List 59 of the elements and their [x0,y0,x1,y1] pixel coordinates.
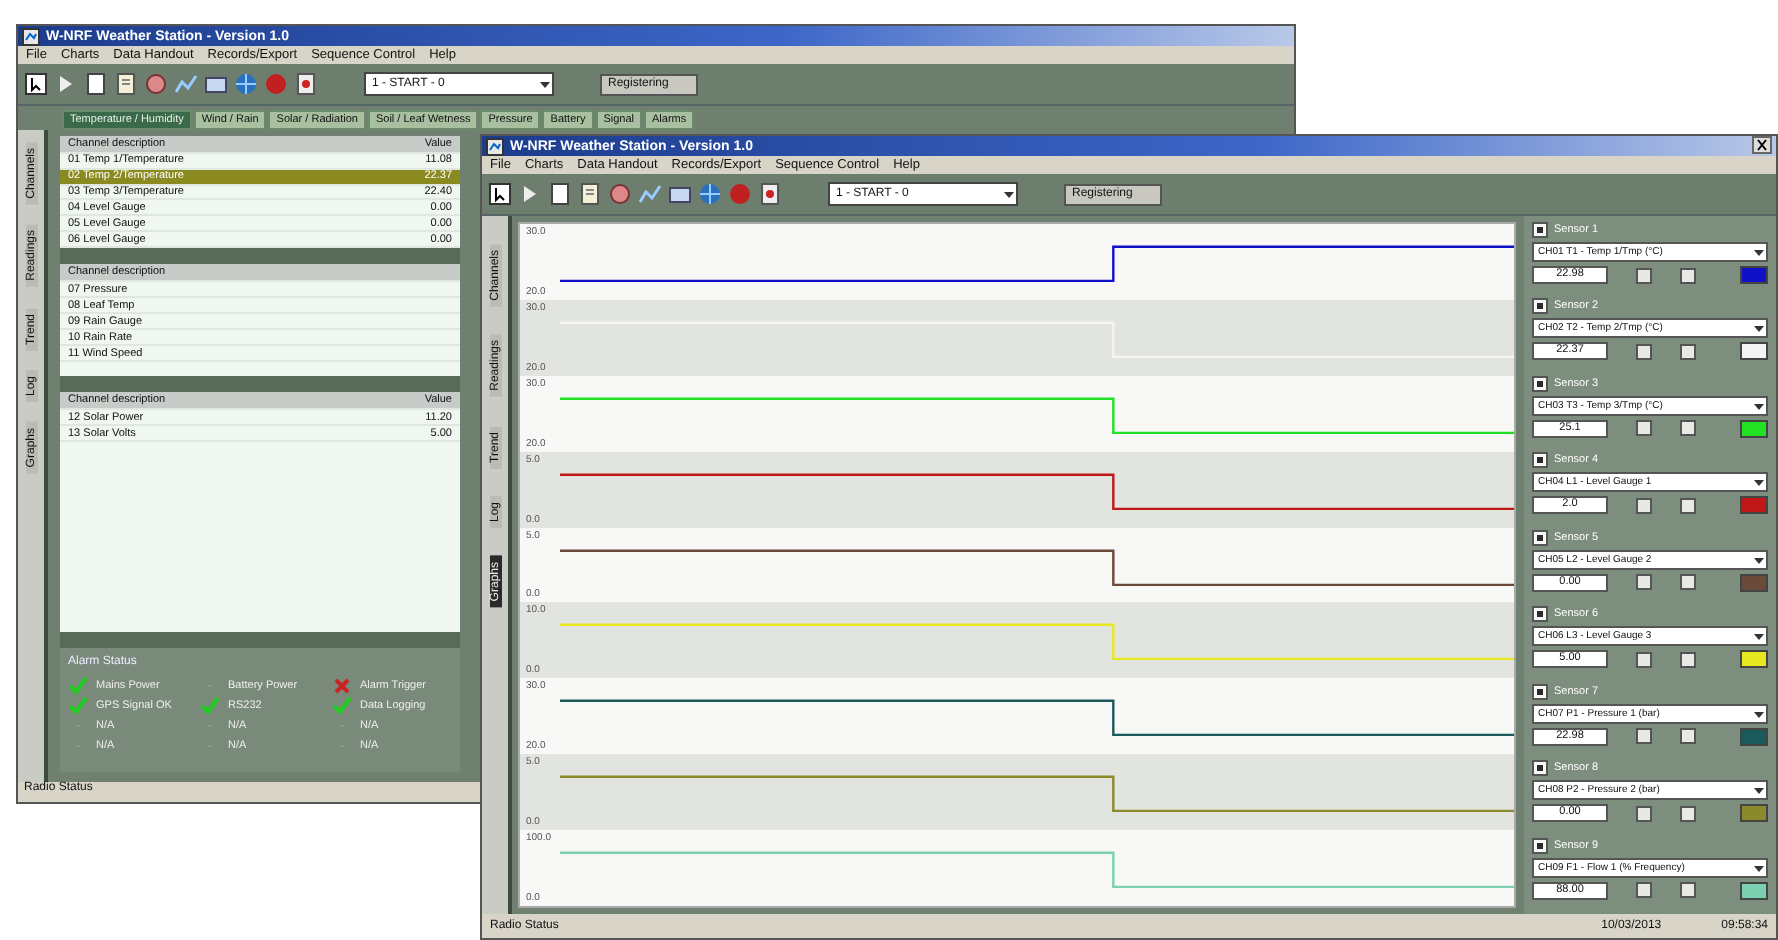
checkbox[interactable] [1680,420,1696,437]
checkbox[interactable] [1680,497,1696,514]
checkbox[interactable] [1532,298,1548,315]
color-swatch[interactable] [1740,496,1768,515]
checkbox[interactable] [1636,805,1652,822]
dropdown-arrow-icon[interactable] [1752,628,1766,645]
checkbox[interactable] [1680,805,1696,822]
checkbox[interactable] [1680,882,1696,898]
cross-icon [332,675,352,695]
dropdown-arrow-icon[interactable] [538,76,552,92]
close-icon[interactable] [1752,136,1772,154]
checkbox[interactable] [1532,760,1548,777]
check-icon [332,695,352,715]
dropdown-arrow-icon[interactable] [1752,244,1766,260]
dropdown-arrow-icon[interactable] [1002,186,1016,202]
checkbox[interactable] [1636,497,1652,514]
checkbox[interactable] [1680,267,1696,283]
checkbox[interactable] [1532,606,1548,623]
color-swatch[interactable] [1740,650,1768,669]
app-icon [486,137,504,155]
globe-icon[interactable] [234,72,258,96]
checkbox[interactable] [1532,375,1548,392]
page-icon[interactable] [578,182,602,206]
checkbox[interactable] [1680,728,1696,745]
checkbox[interactable] [1532,452,1548,469]
color-swatch[interactable] [1740,727,1768,746]
checkbox[interactable] [1636,574,1652,591]
checkbox[interactable] [1532,222,1548,238]
checkbox[interactable] [1532,837,1548,853]
pointer-icon[interactable] [24,72,48,96]
dropdown-arrow-icon[interactable] [1752,782,1766,799]
document-icon[interactable] [84,72,108,96]
checkbox[interactable] [1680,574,1696,591]
checkbox[interactable] [1680,651,1696,668]
color-swatch[interactable] [1740,266,1768,284]
dropdown-arrow-icon[interactable] [1752,320,1766,337]
check-icon [200,695,220,715]
checkbox[interactable] [1680,343,1696,360]
dropdown-arrow-icon[interactable] [1752,474,1766,491]
checkbox[interactable] [1532,683,1548,700]
color-swatch[interactable] [1740,342,1768,361]
checkbox[interactable] [1532,529,1548,546]
checkbox[interactable] [1636,343,1652,360]
globe-icon[interactable] [698,182,722,206]
page-icon[interactable] [114,72,138,96]
checkbox[interactable] [1636,420,1652,437]
color-swatch[interactable] [1740,804,1768,823]
disk-icon[interactable] [608,182,632,206]
document-icon[interactable] [548,182,572,206]
checkbox[interactable] [1636,728,1652,745]
color-swatch[interactable] [1740,419,1768,438]
checkbox[interactable] [1636,267,1652,283]
color-swatch[interactable] [1740,573,1768,592]
disk-icon[interactable] [144,72,168,96]
checkbox[interactable] [1636,651,1652,668]
app-icon [22,27,40,45]
checkbox[interactable] [1636,882,1652,898]
pointer-icon[interactable] [488,182,512,206]
color-swatch[interactable] [1740,881,1768,899]
